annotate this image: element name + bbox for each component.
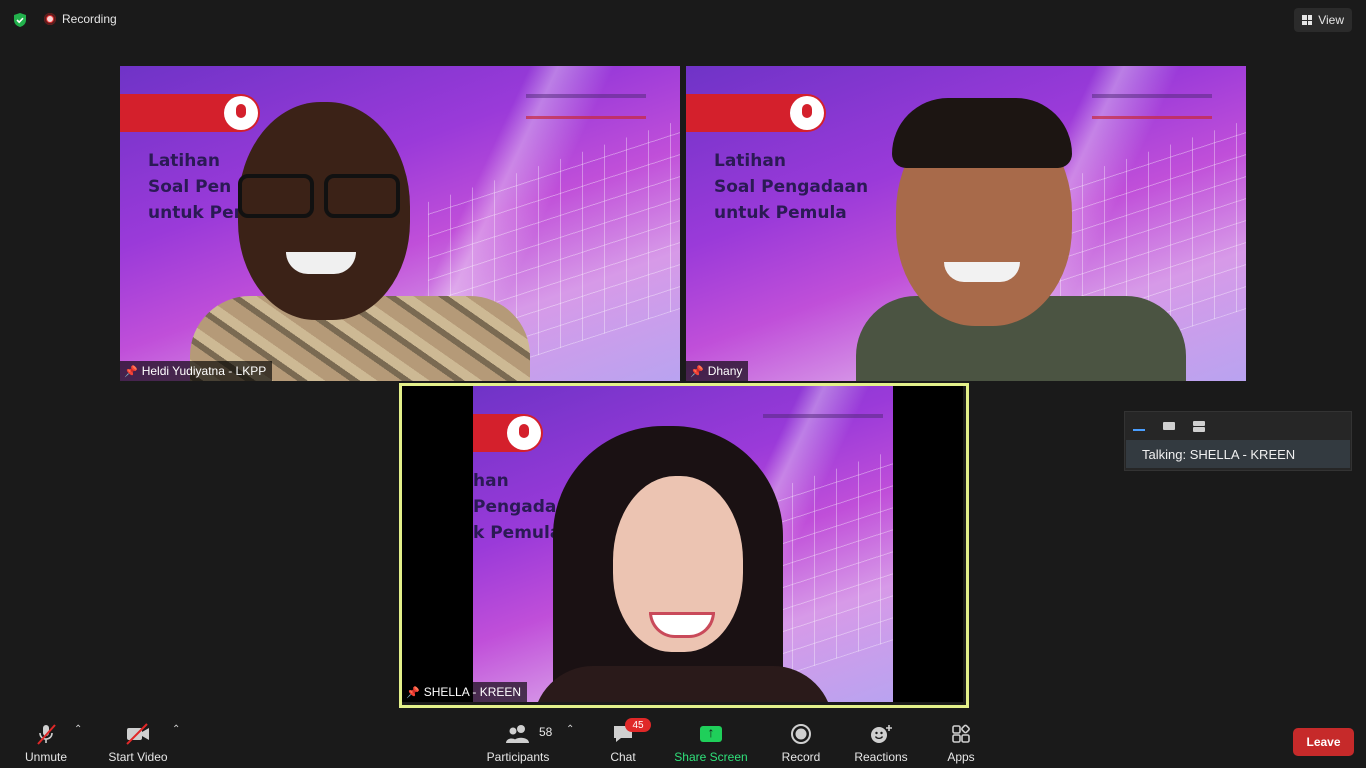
single-view-icon[interactable] xyxy=(1163,422,1175,430)
share-screen-label: Share Screen xyxy=(674,750,748,764)
recording-indicator[interactable]: Recording xyxy=(44,12,117,26)
microphone-logo-icon xyxy=(790,96,824,130)
participants-count: 58 xyxy=(539,725,553,739)
slide-title: Latihan Soal Pen untuk Per xyxy=(148,151,243,223)
apps-icon xyxy=(950,722,972,746)
participants-label: Participants xyxy=(486,750,550,764)
participants-options-chevron-icon[interactable]: ⌃ xyxy=(566,724,574,735)
apps-button[interactable]: Apps xyxy=(944,720,978,764)
participant-name: Heldi Yudiyatna - LKPP xyxy=(141,364,267,378)
participants-icon: 58 xyxy=(505,722,552,746)
video-options-chevron-icon[interactable]: ⌃ xyxy=(172,724,180,735)
unmute-button[interactable]: Unmute xyxy=(22,720,70,764)
chat-button[interactable]: 45 Chat xyxy=(606,718,651,764)
reactions-smiley-icon xyxy=(869,722,893,746)
recording-label: Recording xyxy=(62,12,117,26)
reactions-label: Reactions xyxy=(854,750,908,764)
share-screen-icon xyxy=(700,724,722,742)
record-button[interactable]: Record xyxy=(780,720,822,764)
microphone-logo-icon xyxy=(507,416,541,450)
record-label: Record xyxy=(781,750,821,764)
apps-label: Apps xyxy=(947,750,975,764)
reactions-button[interactable]: Reactions xyxy=(854,720,908,764)
video-camera-off-icon xyxy=(125,722,151,746)
participants-button[interactable]: 58 Participants xyxy=(486,720,552,764)
pin-icon: 📌 xyxy=(406,686,420,699)
view-button[interactable]: View xyxy=(1294,8,1352,32)
minimize-icon[interactable] xyxy=(1133,429,1145,431)
chat-unread-badge: 45 xyxy=(625,718,651,732)
name-tag: 📌 Dhany xyxy=(686,361,749,381)
talking-label: Talking: SHELLA - KREEN xyxy=(1126,440,1350,468)
microphone-muted-icon xyxy=(34,722,58,746)
slide-title: Latihan Soal Pengadaan untuk Pemula xyxy=(714,151,869,223)
chat-label: Chat xyxy=(610,750,636,764)
start-video-button[interactable]: Start Video xyxy=(106,720,170,764)
stacked-view-icon[interactable] xyxy=(1193,420,1205,432)
participant-name: SHELLA - KREEN xyxy=(423,685,522,699)
name-tag: 📌 SHELLA - KREEN xyxy=(402,682,528,702)
talking-indicator-panel[interactable]: Talking: SHELLA - KREEN xyxy=(1124,411,1352,471)
video-tile-dhany[interactable]: Latihan Soal Pengadaan untuk Pemula 📌 Dh… xyxy=(686,66,1246,381)
start-video-label: Start Video xyxy=(108,750,168,764)
recording-icon xyxy=(44,13,56,25)
microphone-logo-icon xyxy=(224,96,258,130)
video-tile-shella[interactable]: han Pengadaa k Pemula 📌 SHELLA - KREEN xyxy=(402,386,963,702)
grid-view-icon xyxy=(1302,15,1313,25)
name-tag: 📌 Heldi Yudiyatna - LKPP xyxy=(120,361,273,381)
video-tile-heldi[interactable]: Latihan Soal Pen untuk Per 📌 Heldi Yudiy… xyxy=(120,66,680,381)
view-label: View xyxy=(1318,13,1344,27)
pin-icon: 📌 xyxy=(690,365,704,378)
leave-button[interactable]: Leave xyxy=(1293,728,1354,756)
share-screen-button[interactable]: Share Screen xyxy=(674,720,748,764)
audio-options-chevron-icon[interactable]: ⌃ xyxy=(74,724,82,735)
chat-icon: 45 xyxy=(611,718,651,746)
participant-name: Dhany xyxy=(707,364,743,378)
unmute-label: Unmute xyxy=(24,750,68,764)
encryption-shield-icon[interactable] xyxy=(12,12,28,28)
record-icon xyxy=(790,722,812,746)
pin-icon: 📌 xyxy=(124,365,138,378)
